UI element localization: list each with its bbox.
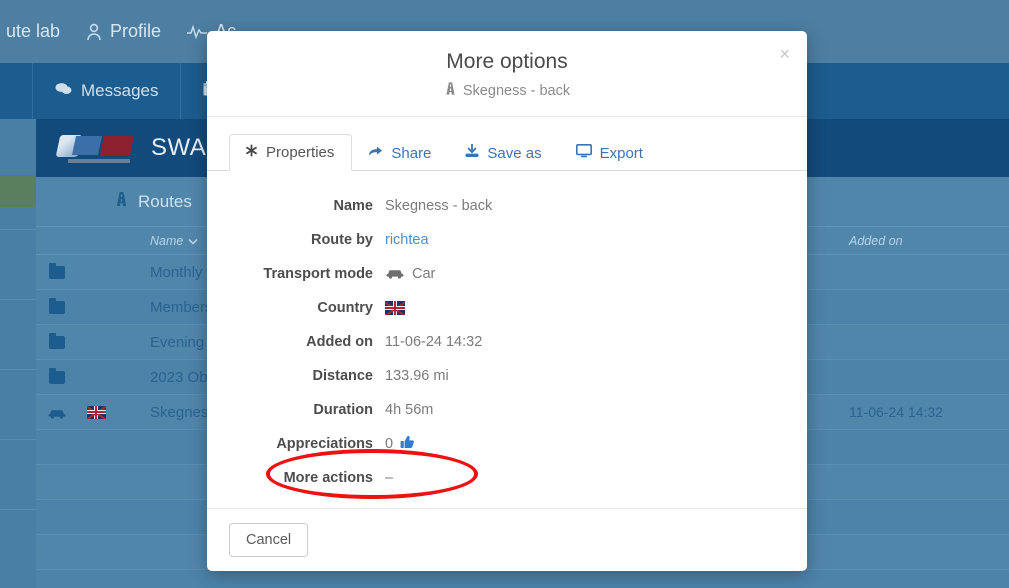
rail-divider — [0, 299, 36, 300]
property-value: 4h 56m — [385, 402, 434, 418]
screen-root: ute lab Profile Ac — [0, 0, 1009, 588]
modal-header: More options Skegness - back × — [207, 31, 807, 117]
subnav-item-messages[interactable]: Messages — [33, 63, 182, 119]
thumbs-up-icon[interactable] — [400, 435, 415, 453]
nav-label-route-lab: ute lab — [6, 21, 61, 41]
subnav-label-messages: Messages — [81, 81, 159, 100]
row-type-icon — [36, 297, 78, 314]
modal-footer: Cancel — [207, 508, 807, 571]
properties-list: Name Skegness - back Route by richtea Tr… — [207, 171, 807, 508]
row-type-icon — [36, 332, 78, 349]
cancel-button[interactable]: Cancel — [229, 523, 309, 557]
table-row[interactable] — [36, 570, 1009, 588]
property-label: Distance — [312, 368, 373, 384]
nav-item-route-lab[interactable]: ute lab — [0, 21, 60, 42]
route-icon — [444, 81, 457, 100]
nav-item-profile[interactable]: Profile — [86, 21, 161, 42]
folder-icon — [49, 262, 65, 279]
rail-divider — [0, 369, 36, 370]
property-row-appreciations: Appreciations 0 — [207, 427, 807, 461]
download-icon — [465, 143, 479, 162]
uk-flag-icon — [385, 301, 405, 315]
row-type-icon — [36, 405, 78, 419]
rail-divider — [0, 439, 36, 440]
modal-title: More options — [446, 50, 568, 73]
modal-tabs: Properties Share Save as Export — [207, 117, 807, 171]
property-row-transport-mode: Transport mode Car — [207, 257, 807, 291]
tab-save-as[interactable]: Save as — [449, 134, 559, 171]
tab-save-as-label: Save as — [487, 144, 542, 162]
rail-divider — [0, 229, 36, 230]
car-icon — [385, 265, 405, 283]
tab-share-label: Share — [391, 145, 432, 162]
left-rail — [0, 119, 36, 588]
row-added-on: 11-06-24 14:32 — [849, 404, 943, 420]
property-value: 0 — [385, 435, 415, 453]
property-label: Duration — [313, 402, 373, 418]
asterisk-icon — [245, 144, 258, 161]
column-added-on-label: Added on — [849, 233, 903, 248]
property-value-label: Car — [412, 266, 436, 282]
left-rail-active-indicator — [0, 175, 36, 207]
tab-export-label: Export — [599, 144, 643, 162]
property-row-distance: Distance 133.96 mi — [207, 359, 807, 393]
property-label: Name — [333, 198, 374, 214]
property-label: Added on — [306, 334, 373, 350]
property-row-route-by: Route by richtea — [207, 223, 807, 257]
property-label: Country — [317, 300, 373, 316]
route-icon — [114, 191, 129, 212]
folder-icon — [49, 332, 65, 349]
user-icon — [86, 23, 102, 41]
property-row-more-actions: More actions – — [207, 461, 807, 495]
property-value-label: 0 — [385, 436, 394, 452]
routes-header-label: Routes — [138, 191, 192, 211]
property-label: Route by — [310, 232, 373, 248]
share-arrow-icon — [368, 145, 383, 162]
row-type-icon — [36, 262, 78, 279]
modal-subtitle: Skegness - back — [207, 81, 807, 100]
property-row-added-on: Added on 11-06-24 14:32 — [207, 325, 807, 359]
row-type-icon — [36, 367, 78, 384]
tab-export[interactable]: Export — [560, 134, 661, 171]
property-label: Transport mode — [263, 266, 373, 282]
more-options-modal: More options Skegness - back × Propertie… — [207, 31, 807, 571]
property-value: 11-06-24 14:32 — [385, 334, 483, 350]
tab-share[interactable]: Share — [352, 135, 449, 171]
property-label: More actions — [283, 470, 373, 486]
folder-icon — [49, 367, 65, 384]
chat-icon — [55, 81, 72, 101]
property-row-duration: Duration 4h 56m — [207, 393, 807, 427]
folder-icon — [49, 297, 65, 314]
monitor-icon — [575, 144, 592, 162]
property-value[interactable]: – — [385, 470, 393, 486]
chevron-down-icon — [188, 234, 198, 248]
subnav-item-first[interactable] — [0, 63, 33, 119]
tab-properties-label: Properties — [266, 144, 335, 161]
property-value: Car — [385, 265, 435, 283]
rail-divider — [0, 509, 36, 510]
property-row-name: Name Skegness - back — [207, 189, 807, 223]
row-flag — [78, 405, 114, 419]
close-icon[interactable]: × — [779, 45, 790, 63]
property-value: Skegness - back — [385, 198, 493, 214]
activity-icon — [187, 24, 208, 39]
property-value — [385, 301, 405, 315]
property-value-link[interactable]: richtea — [385, 232, 429, 248]
column-name-label: Name — [150, 233, 184, 248]
uk-flag-icon — [86, 405, 106, 419]
property-label: Appreciations — [276, 436, 373, 452]
modal-subtitle-label: Skegness - back — [462, 82, 571, 99]
property-row-country: Country — [207, 291, 807, 325]
swar-logo-icon — [55, 133, 138, 163]
tab-properties[interactable]: Properties — [229, 134, 353, 171]
nav-label-profile: Profile — [110, 21, 162, 41]
property-value: 133.96 mi — [385, 368, 449, 384]
column-added-on[interactable]: Added on — [849, 234, 1009, 248]
car-icon — [47, 405, 67, 419]
